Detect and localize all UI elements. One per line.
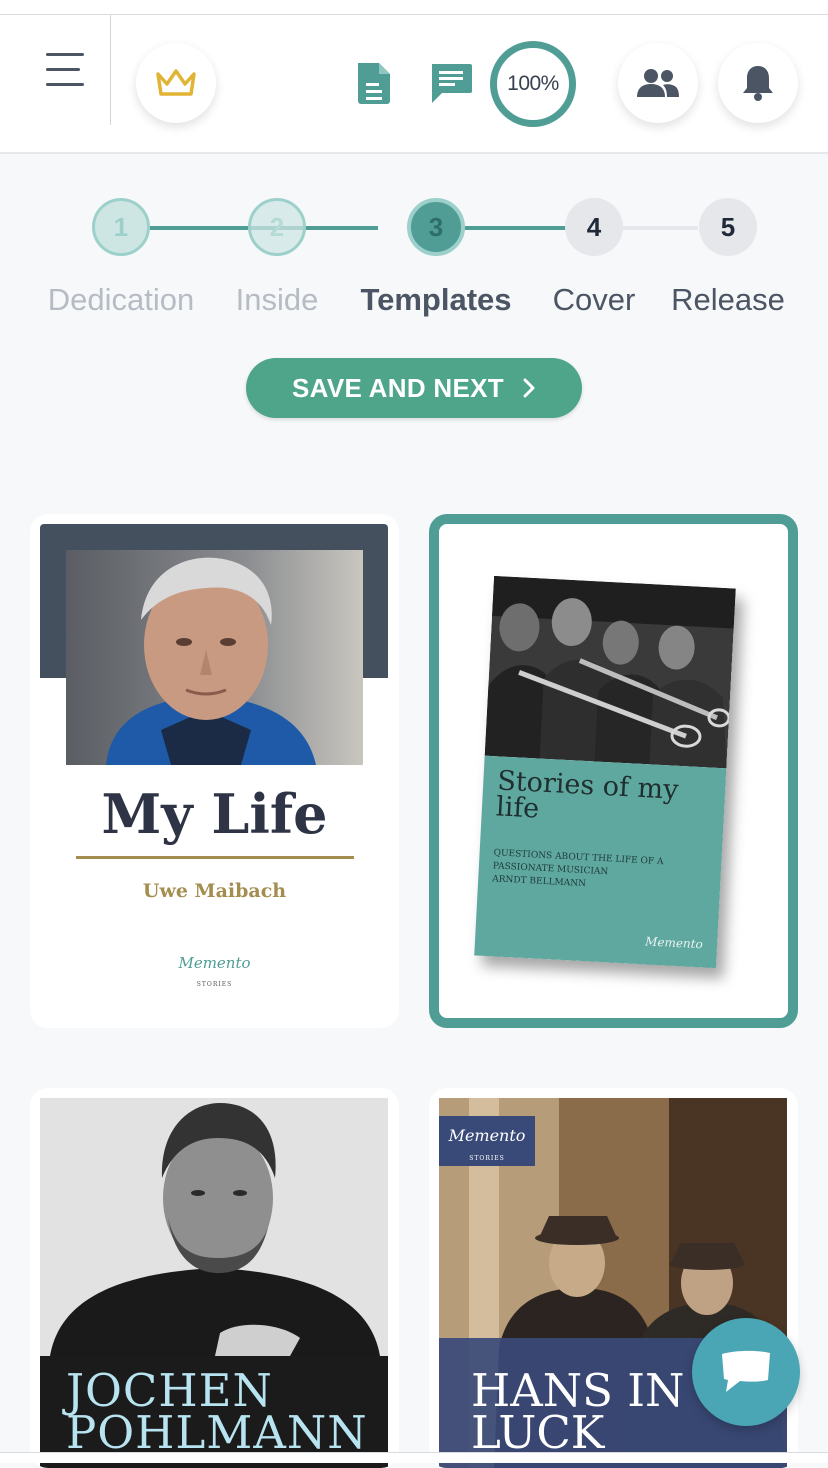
step-5-number: 5: [720, 211, 736, 242]
bottom-edge: [0, 1452, 828, 1463]
step-2-label[interactable]: Inside: [236, 282, 319, 318]
bell-icon: [743, 66, 773, 101]
cover-rule: [76, 856, 354, 859]
step-2-number: 2: [269, 211, 285, 242]
app-header: 100%: [0, 15, 828, 154]
chat-bubble-icon: [722, 1350, 770, 1392]
header-divider: [110, 15, 111, 125]
step-1-circle[interactable]: 1: [92, 198, 150, 256]
notifications-button[interactable]: [718, 43, 798, 123]
cover-author: Uwe Maibach: [142, 880, 287, 902]
menu-icon-bar: [46, 83, 84, 86]
book-mockup: Stories of my life QUESTIONS ABOUT THE L…: [474, 575, 736, 969]
top-edge: [0, 0, 828, 15]
support-chat-button[interactable]: [692, 1318, 800, 1426]
step-3-circle[interactable]: 3: [407, 198, 465, 256]
completion-percent: 100%: [507, 72, 559, 95]
step-4-label[interactable]: Cover: [553, 282, 636, 318]
step-1-label[interactable]: Dedication: [48, 282, 194, 318]
step-4-number: 4: [586, 211, 602, 242]
memento-logo: Memento STORIES: [178, 954, 251, 988]
cover-portrait-image: [40, 1098, 388, 1356]
step-3-number: 3: [428, 211, 444, 242]
menu-icon-bar: [46, 68, 80, 71]
premium-button[interactable]: [136, 43, 216, 123]
collaborators-button[interactable]: [618, 43, 698, 123]
cover-title: My Life: [101, 782, 328, 846]
step-5-circle[interactable]: 5: [699, 198, 757, 256]
save-and-next-button[interactable]: SAVE AND NEXT: [246, 358, 582, 418]
save-and-next-label: SAVE AND NEXT: [292, 372, 504, 403]
cover-portrait-image: [66, 550, 363, 765]
memento-logo-badge: Memento STORIES: [439, 1116, 535, 1166]
step-1-number: 1: [113, 211, 129, 242]
document-icon[interactable]: [354, 61, 394, 110]
step-4-circle[interactable]: 4: [565, 198, 623, 256]
step-3-label[interactable]: Templates: [360, 282, 511, 318]
completion-indicator[interactable]: 100%: [490, 41, 576, 127]
template-card-stories-of-my-life[interactable]: Stories of my life QUESTIONS ABOUT THE L…: [429, 514, 798, 1028]
menu-icon: [46, 53, 84, 56]
band-photo-image: [484, 575, 736, 769]
users-icon: [637, 69, 679, 97]
book-title: Stories of my life: [495, 765, 680, 825]
step-2-circle[interactable]: 2: [248, 198, 306, 256]
step-5-label[interactable]: Release: [671, 282, 785, 318]
chevron-right-icon: [523, 378, 535, 398]
step-connector: [622, 226, 698, 230]
memento-logo: Memento: [644, 934, 704, 952]
template-card-my-life[interactable]: My Life Uwe Maibach Memento STORIES: [30, 514, 399, 1028]
template-card-jochen-pohlmann[interactable]: JOCHEN POHLMANN: [30, 1088, 399, 1468]
menu-button[interactable]: [40, 51, 90, 91]
progress-stepper: 1 2 3 4 5 Dedication Inside Templates Co…: [0, 198, 828, 318]
comments-icon[interactable]: [428, 61, 474, 110]
crown-icon: [156, 69, 196, 96]
